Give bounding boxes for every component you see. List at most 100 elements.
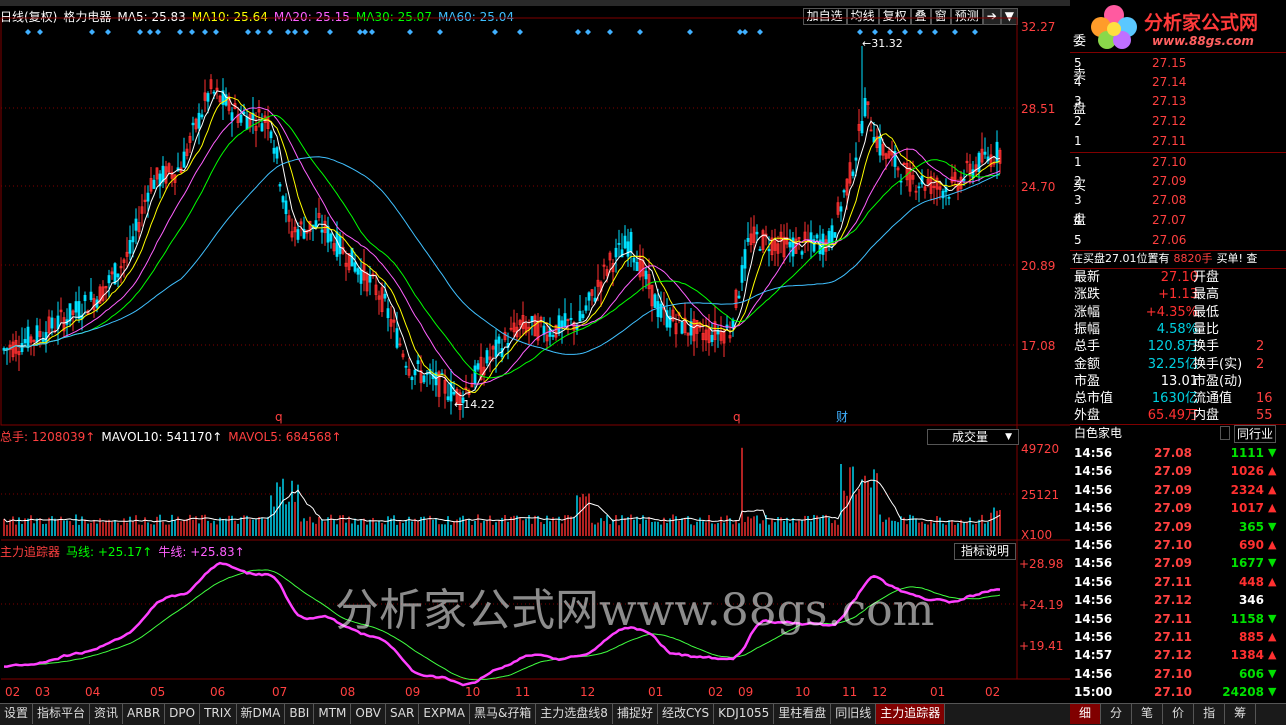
volume-indicator-dropdown[interactable]: 成交量 ▼	[927, 429, 1019, 445]
indicator-tab[interactable]: 指标平台	[33, 704, 91, 724]
tick-volume: 346	[1238, 593, 1264, 608]
ask-price: 27.12	[1152, 114, 1187, 128]
stat-label: 最新	[1074, 270, 1101, 285]
indicator-tab[interactable]: 黑马&孖箱	[470, 704, 537, 724]
bid-level[interactable]: 1 27.10	[1070, 153, 1286, 171]
volume-tick-label: X100	[1021, 528, 1052, 542]
indicator-tab[interactable]: BBI	[285, 704, 315, 724]
tick-volume: 1384	[1230, 648, 1264, 663]
x-tick-label: 06	[210, 685, 225, 699]
indicator-tab[interactable]: MTM	[314, 704, 352, 724]
indicator-tick-label: +24.19	[1019, 598, 1063, 612]
tick-price: 27.09	[1154, 501, 1192, 516]
ask-level[interactable]: 4 27.14	[1070, 73, 1286, 91]
indicator-tab[interactable]: 里柱看盘	[774, 704, 832, 724]
event-marker[interactable]: 财	[836, 410, 848, 424]
x-tick-label: 09	[738, 685, 753, 699]
arrow-up-icon: ▲	[1268, 538, 1277, 551]
indicator-tab[interactable]: 主力选盘线8	[536, 704, 613, 724]
tick-time: 14:56	[1074, 519, 1113, 534]
indicator-tab[interactable]: OBV	[351, 704, 386, 724]
indicator-tab[interactable]: DPO	[165, 704, 201, 724]
detail-tab[interactable]: 指	[1194, 704, 1226, 724]
indicator-tab[interactable]: 设置	[0, 704, 34, 724]
sector-bar[interactable]: 白色家电 同行业	[1070, 425, 1286, 443]
tick-volume: 1111	[1230, 446, 1264, 460]
stat-label-2: 开盘	[1193, 270, 1220, 285]
ask-level[interactable]: 2 27.12	[1070, 112, 1286, 130]
ask-level[interactable]: 3 27.13	[1070, 92, 1286, 110]
x-tick-label: 08	[340, 685, 355, 699]
tick-row: 14:56 27.10 690 ▲	[1070, 536, 1286, 554]
arrow-down-icon: ▼	[1268, 446, 1277, 459]
bid-level[interactable]: 4 27.07	[1070, 211, 1286, 229]
chart-area: 日线(复权) 格力电器 MA5: 25.83 MA10: 25.64 MA20: 25.…	[0, 6, 1070, 703]
stat-value-2: 16	[1256, 391, 1273, 407]
x-tick-label: 12	[872, 685, 887, 699]
tick-price: 27.11	[1154, 630, 1192, 644]
stat-row: 外盘 65.49万 内盘 55	[1070, 407, 1286, 424]
stat-row: 总市值 1630亿 流通值 16	[1070, 390, 1286, 407]
indicator-tab[interactable]: 捕捉好	[613, 704, 658, 724]
indicator-tick-label: +19.41	[1019, 639, 1063, 653]
indicator-tab[interactable]: ARBR	[123, 704, 166, 724]
bid-side-label: 盘	[1073, 213, 1087, 228]
tick-row: 14:56 27.09 1026 ▲	[1070, 462, 1286, 480]
ma30-line	[4, 114, 1001, 379]
indicator-tab[interactable]: TRIX	[200, 704, 237, 724]
indicator-tab[interactable]: SAR	[386, 704, 420, 724]
chart-canvas[interactable]: 32.27 28.51 24.70 20.89 17.08 49720 25121 X100 +…	[0, 6, 1070, 703]
bid-level-num: 1	[1074, 155, 1082, 169]
indicator-tab[interactable]: EXPMA	[419, 704, 470, 724]
tick-time: 14:57	[1074, 648, 1113, 663]
indicator-explain-button[interactable]: 指标说明	[954, 543, 1016, 560]
tick-row: 14:56 27.11 1158 ▼	[1070, 610, 1286, 628]
ask-level[interactable]: 1 27.11	[1070, 132, 1286, 150]
x-tick-label: 11	[515, 685, 530, 699]
stat-row: 总手 120.8万 换手 2	[1070, 338, 1286, 355]
volume-header: 总手: 1208039↑ MAVOL10: 541170↑ MAVOL5: 6845…	[0, 428, 348, 446]
sector-dropdown-icon[interactable]	[1220, 426, 1230, 440]
volume-bars	[3, 447, 1001, 536]
indicator-tab[interactable]: KDJ1055	[714, 704, 775, 724]
bid-side-label: 买	[1073, 179, 1087, 194]
tick-price: 27.11	[1154, 574, 1192, 589]
tick-volume: 1017	[1230, 501, 1264, 516]
price-tick-label: 17.08	[1021, 339, 1055, 353]
signal-markers	[25, 29, 978, 35]
order-alert[interactable]: 在买盘27.01位置有 8820手 买单! 查	[1072, 251, 1286, 267]
indicator-tab[interactable]: 同旧线	[831, 704, 877, 724]
tick-price: 27.12	[1154, 593, 1192, 608]
arrow-down-icon: ▼	[1268, 556, 1277, 570]
detail-tab[interactable]: 细	[1070, 704, 1102, 724]
bid-level[interactable]: 5 27.06	[1070, 231, 1286, 249]
detail-tab[interactable]: 筹	[1225, 704, 1257, 724]
stat-value-2: 55	[1256, 408, 1273, 424]
tick-time: 14:56	[1074, 482, 1113, 497]
tick-time: 14:56	[1074, 538, 1113, 552]
indicator-tick-label: +28.98	[1019, 557, 1063, 571]
bid-level[interactable]: 3 27.08	[1070, 191, 1286, 209]
detail-tab[interactable]: 价	[1163, 704, 1195, 724]
indicator-tab[interactable]: 新DMA	[237, 704, 286, 724]
indicator-tab[interactable]: 主力追踪器	[876, 704, 946, 724]
bid-price: 27.06	[1152, 233, 1187, 247]
event-marker[interactable]: q	[733, 410, 741, 424]
detail-tab[interactable]: 笔	[1132, 704, 1164, 724]
tick-price: 27.10	[1154, 538, 1192, 552]
ask-level[interactable]: 5 27.15	[1070, 54, 1286, 72]
bid-level[interactable]: 2 27.09	[1070, 172, 1286, 190]
tick-volume: 24208	[1222, 685, 1264, 700]
indicator-tab[interactable]: 经改CYS	[658, 704, 715, 724]
stat-label: 总市值	[1074, 391, 1114, 407]
peer-tab[interactable]: 同行业	[1234, 425, 1277, 443]
indicator-item: 主力追踪器	[0, 545, 61, 559]
event-marker[interactable]: q	[275, 410, 283, 424]
detail-tab[interactable]: 分	[1101, 704, 1133, 724]
arrow-down-icon: ▼	[1268, 685, 1277, 699]
site-logo: 分析家公式网 www.88gs.com	[1070, 0, 1286, 52]
arrow-up-icon: ▲	[1268, 464, 1277, 478]
stat-label-2: 市盈(动)	[1193, 373, 1243, 389]
indicator-tab[interactable]: 资讯	[90, 704, 124, 724]
tick-row: 14:56 27.08 1111 ▼	[1070, 444, 1286, 462]
